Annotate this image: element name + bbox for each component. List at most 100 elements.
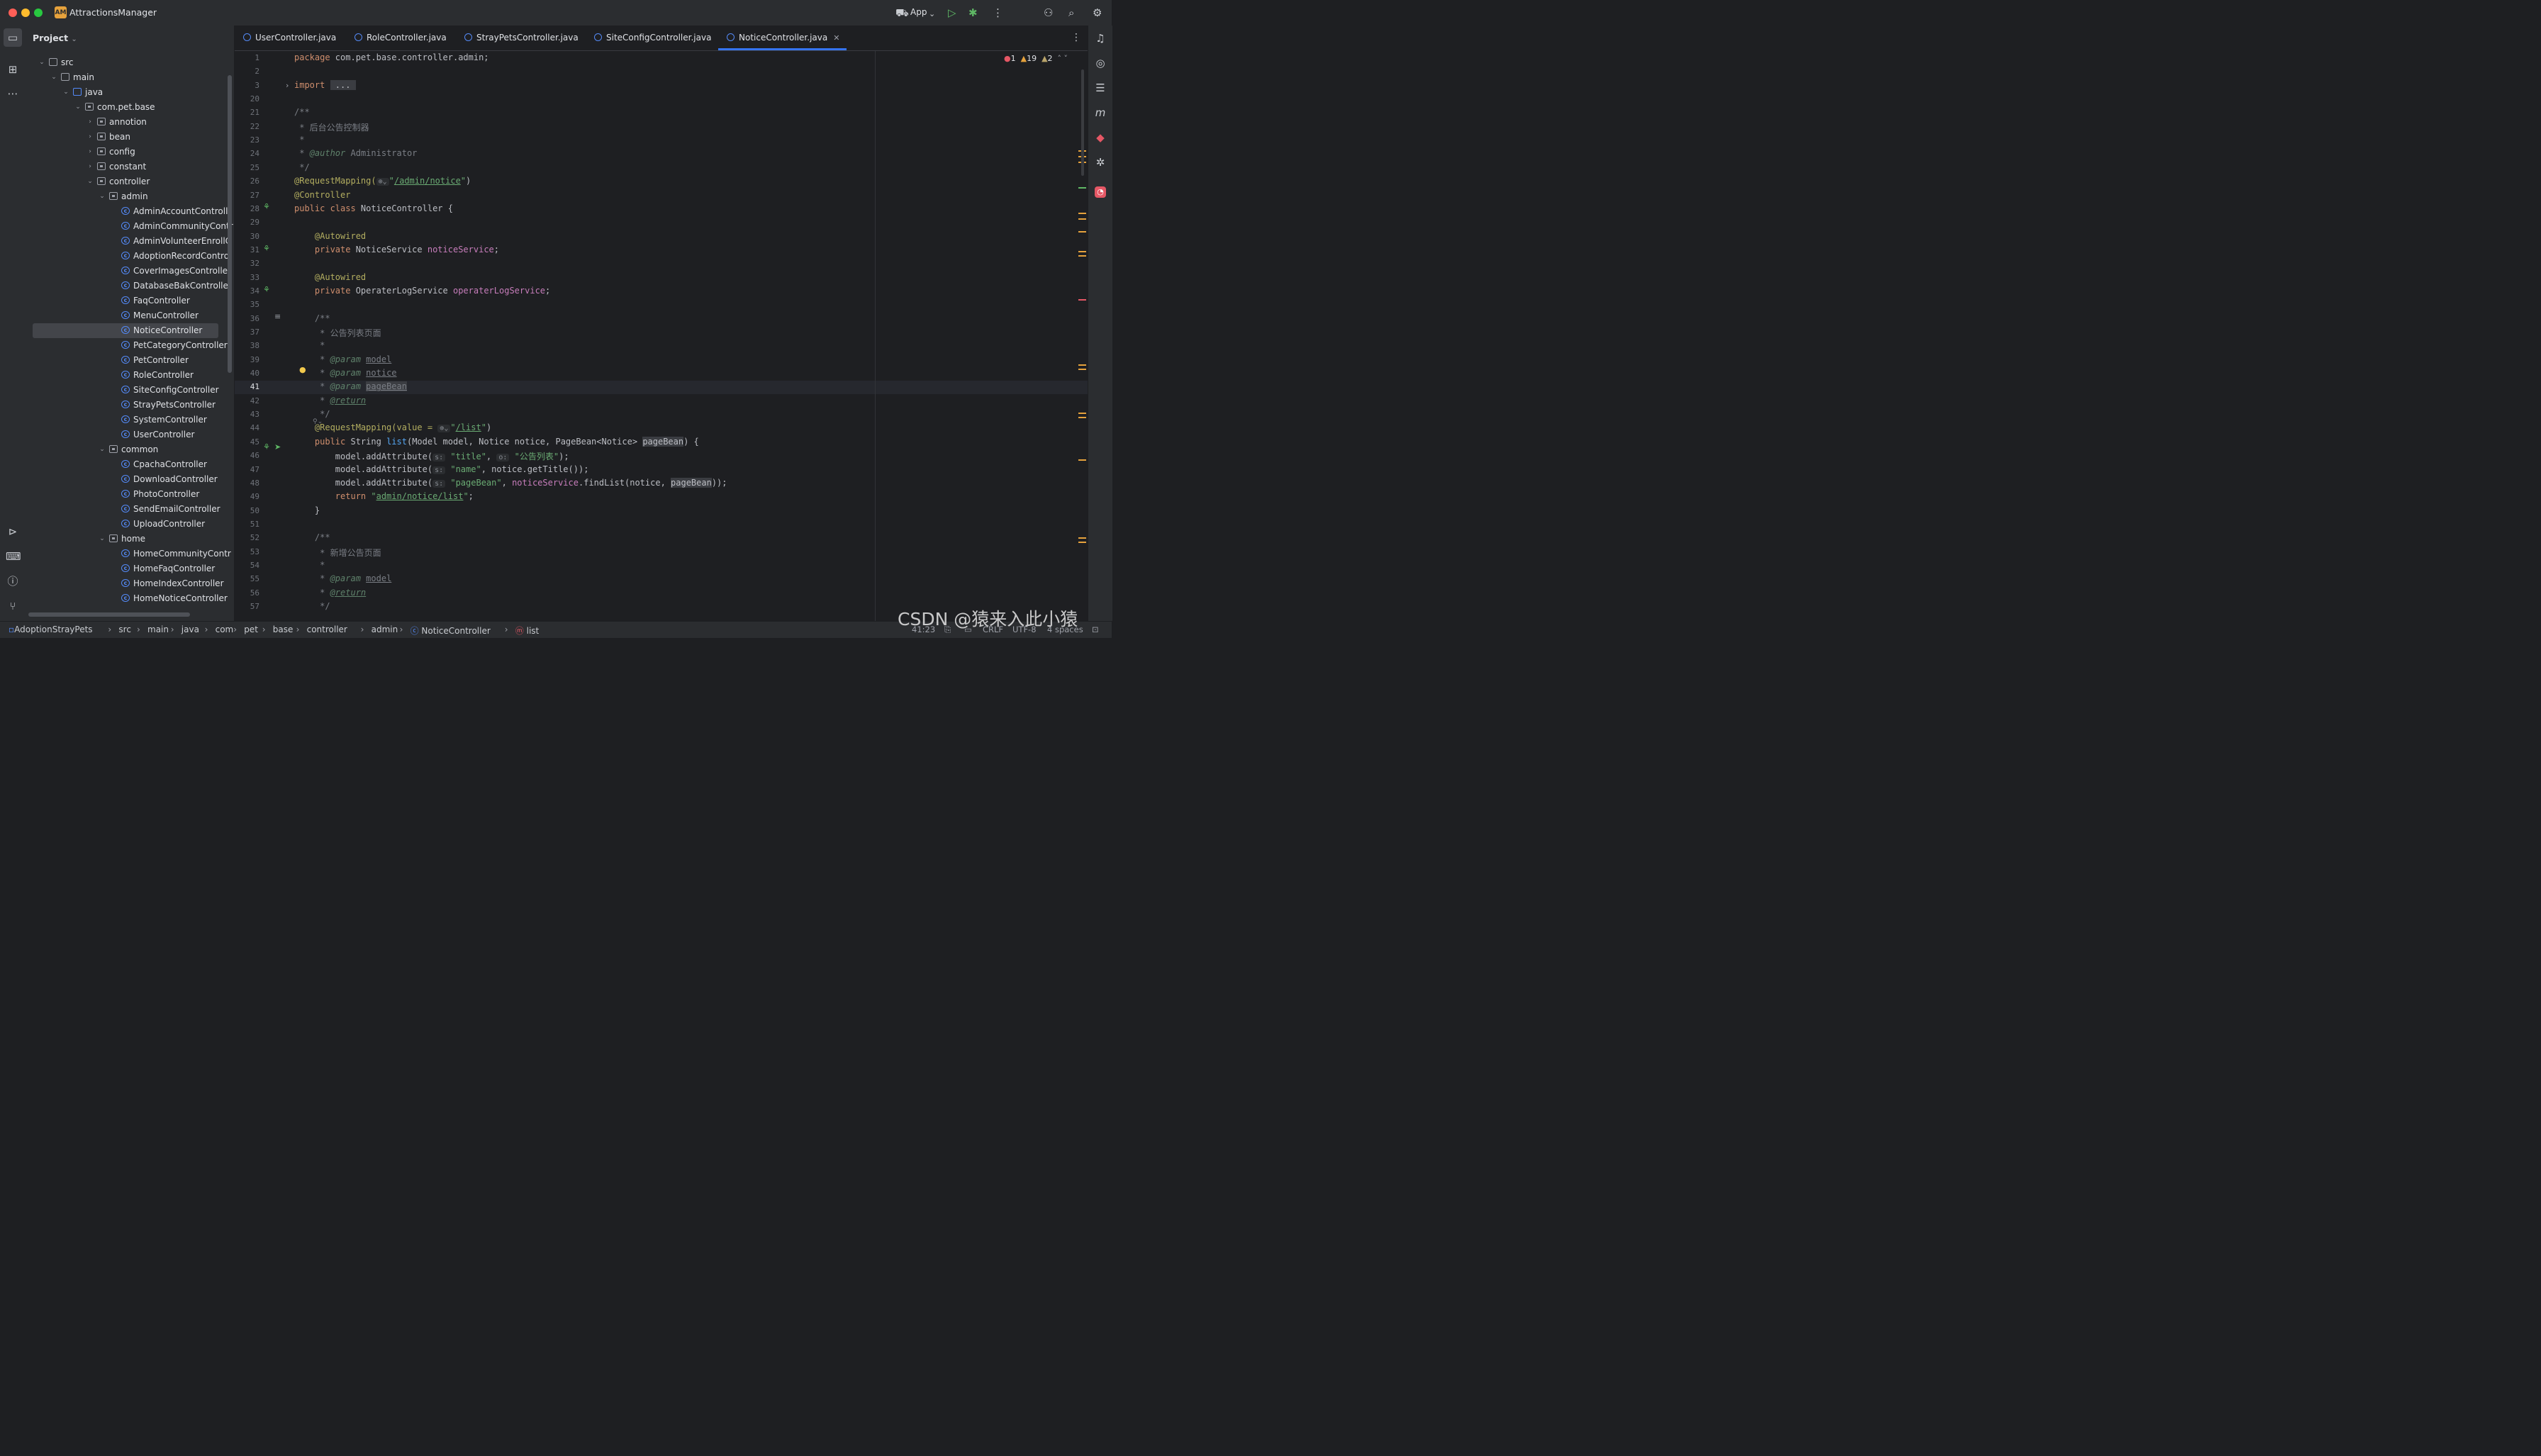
tree-item-class[interactable]: c UploadController [26, 517, 234, 532]
editor-scrollbar[interactable] [1081, 69, 1084, 176]
tree-item-folder[interactable]: ⌄ admin [26, 189, 234, 204]
breadcrumb-item[interactable]: java [182, 625, 199, 634]
project-panel-title[interactable]: Project ⌄ [33, 33, 77, 43]
tree-item-class[interactable]: c PhotoController [26, 487, 234, 502]
line-number[interactable]: 57 [235, 602, 259, 611]
code-line[interactable]: @Controller [294, 190, 350, 200]
close-window-button[interactable] [9, 9, 17, 17]
breadcrumb-item[interactable]: main [147, 625, 169, 634]
tree-item-class[interactable]: c SiteConfigController [26, 383, 234, 398]
warning-stripe-mark[interactable] [1078, 369, 1086, 370]
chevron-down-icon[interactable]: ⌄ [98, 189, 106, 204]
code-line[interactable]: * @return [294, 588, 366, 598]
code-line[interactable]: * [294, 135, 304, 145]
code-line[interactable]: @RequestMapping(value = ⊕⌄ "/list") [294, 422, 491, 433]
tree-item-class[interactable]: c RoleController [26, 368, 234, 383]
code-line[interactable]: */ [294, 162, 309, 172]
line-number[interactable]: 40 [235, 369, 259, 378]
chevron-right-icon[interactable]: › [86, 115, 94, 130]
warning-stripe-mark[interactable] [1078, 255, 1086, 257]
add-user-icon[interactable]: ⚇ [1044, 6, 1053, 20]
tree-item-class[interactable]: c PetController [26, 353, 234, 368]
code-line[interactable]: return "admin/notice/list"; [294, 491, 474, 501]
code-line[interactable]: @Autowired [294, 272, 366, 282]
code-line[interactable]: import ... [294, 79, 356, 90]
tree-vertical-scrollbar[interactable] [228, 75, 232, 373]
line-number[interactable]: 32 [235, 259, 259, 268]
more-tools-icon[interactable]: ⋯ [6, 86, 20, 101]
tree-item-folder[interactable]: › annotion [26, 115, 234, 130]
render-doc-icon[interactable]: ≡ [274, 312, 281, 321]
code-line[interactable]: * 新增公告页面 [294, 547, 381, 559]
line-number[interactable]: 43 [235, 410, 259, 419]
previous-highlight-icon[interactable]: ˄ [1058, 54, 1062, 63]
warning-stripe-mark[interactable] [1078, 537, 1086, 539]
tree-item-folder[interactable]: ⌄ java [26, 85, 234, 100]
tree-horizontal-scrollbar[interactable] [28, 612, 190, 617]
tree-item-class[interactable]: c NoticeController [33, 323, 218, 338]
breadcrumb-item[interactable]: src [118, 625, 131, 634]
breadcrumb-item[interactable]: ⓜ list [515, 625, 539, 637]
chevron-down-icon[interactable]: ⌄ [62, 85, 70, 100]
tree-item-folder[interactable]: ⌄ home [26, 532, 234, 547]
run-config-selector[interactable]: App [910, 7, 927, 17]
chevron-right-icon[interactable]: › [86, 145, 94, 159]
code-line[interactable]: model.addAttribute(s: "name", notice.get… [294, 464, 588, 474]
warning-stripe-mark[interactable] [1078, 231, 1086, 233]
tree-item-class[interactable]: c HomeFaqController [26, 561, 234, 576]
tree-item-class[interactable]: c HomeNoticeController [26, 591, 234, 606]
chevron-down-icon[interactable]: ⌄ [71, 35, 77, 43]
inspection-summary[interactable]: ●1 ▲19 ▲2 ˄ ˅ [1004, 54, 1068, 63]
line-number[interactable]: 48 [235, 478, 259, 488]
code-line[interactable]: * @param pageBean [294, 381, 407, 392]
line-number[interactable]: 26 [235, 177, 259, 186]
code-line[interactable]: /** [294, 532, 330, 542]
code-line[interactable]: @Autowired [294, 231, 366, 241]
code-line[interactable]: * @param model [294, 354, 391, 364]
tree-item-folder[interactable]: › constant [26, 159, 234, 174]
tree-item-class[interactable]: c CoverImagesController [26, 264, 234, 279]
tree-item-class[interactable]: c AdoptionRecordContro [26, 249, 234, 264]
code-line[interactable]: */ [294, 409, 330, 419]
navigate-endpoint-icon[interactable]: ➤ [274, 442, 281, 452]
line-number[interactable]: 24 [235, 149, 259, 158]
code-line[interactable]: public String list(Model model, Notice n… [294, 436, 699, 447]
line-number[interactable]: 33 [235, 273, 259, 282]
tree-item-folder[interactable]: ⌄ com.pet.base [26, 100, 234, 115]
editor-tab[interactable]: StrayPetsController.java [464, 26, 579, 50]
line-number[interactable]: 31 [235, 245, 259, 254]
code-line[interactable]: model.addAttribute(s: "pageBean", notice… [294, 477, 727, 488]
next-highlight-icon[interactable]: ˅ [1064, 54, 1068, 63]
plugin-swirl-icon[interactable]: ✲ [1093, 155, 1107, 169]
tree-item-folder[interactable]: ⌄ main [26, 70, 234, 85]
line-number[interactable]: 2 [235, 67, 259, 76]
chevron-down-icon[interactable]: ⌄ [147, 7, 153, 15]
line-number[interactable]: 1 [235, 53, 259, 62]
line-number[interactable]: 39 [235, 355, 259, 364]
problems-icon[interactable]: ⓘ [6, 574, 20, 588]
line-number[interactable]: 50 [235, 506, 259, 515]
autowired-gutter-icon[interactable]: ⚘ [263, 285, 270, 294]
chevron-down-icon[interactable]: ⌄ [86, 174, 94, 189]
chevron-down-icon[interactable]: ⌄ [74, 100, 82, 115]
warning-stripe-mark[interactable] [1078, 542, 1086, 543]
database-icon[interactable]: ☰ [1093, 81, 1107, 95]
line-number[interactable]: 51 [235, 520, 259, 529]
tree-item-class[interactable]: c MenuController [26, 308, 234, 323]
chevron-right-icon[interactable]: › [86, 159, 94, 174]
editor-tab[interactable]: NoticeController.java ✕ [717, 26, 847, 50]
code-line[interactable]: package com.pet.base.controller.admin; [294, 52, 489, 62]
more-actions-icon[interactable]: ⋮ [993, 6, 1003, 20]
tree-item-class[interactable]: c SystemController [26, 413, 234, 427]
warning-stripe-mark[interactable] [1078, 417, 1086, 418]
line-number[interactable]: 44 [235, 423, 259, 432]
zoom-window-button[interactable] [34, 9, 43, 17]
line-number[interactable]: 25 [235, 163, 259, 172]
code-line[interactable]: public class NoticeController { [294, 203, 453, 213]
chevron-right-icon[interactable]: › [86, 130, 94, 145]
line-number[interactable]: 55 [235, 574, 259, 583]
structure-icon[interactable]: ⊞ [6, 62, 20, 77]
tree-item-folder[interactable]: ⌄ src [26, 55, 234, 70]
code-line[interactable]: * 公告列表页面 [294, 327, 381, 339]
breadcrumb-item[interactable]: com [216, 625, 234, 634]
